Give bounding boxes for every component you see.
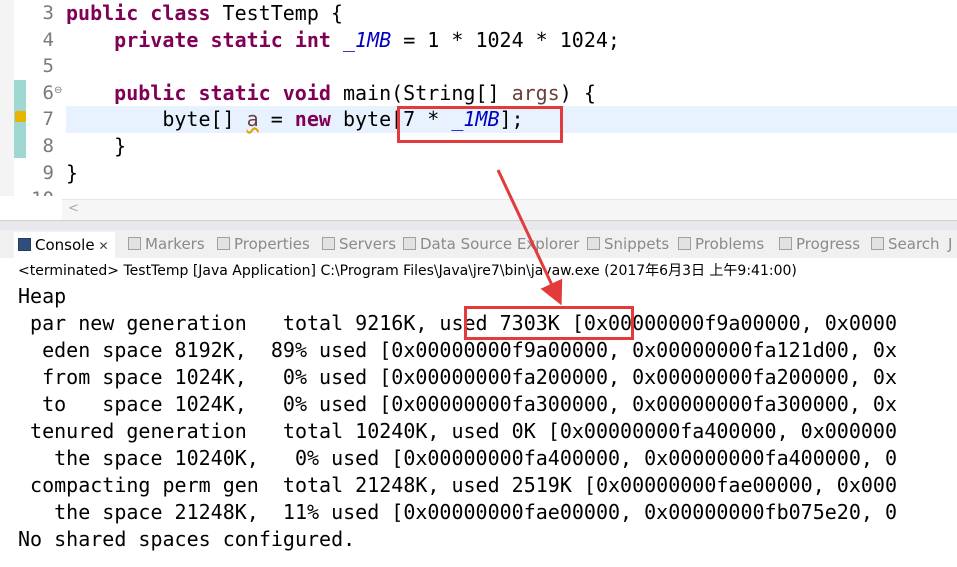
line-number: 8 (42, 135, 54, 157)
field-initializer: = 1 * 1024 * 1024; (391, 28, 620, 52)
tab-servers[interactable]: Servers (322, 233, 396, 255)
closing-brace: } (66, 161, 79, 185)
console-icon (18, 238, 31, 251)
tab-markers[interactable]: Markers (128, 233, 205, 255)
class-declaration: TestTemp { (210, 1, 343, 25)
tab-problems[interactable]: Problems (678, 233, 764, 255)
tab-label: Data Source Explorer (420, 235, 580, 253)
markers-icon (128, 237, 141, 250)
editor-corner (0, 196, 62, 220)
line-number: 3 (42, 2, 54, 24)
scroll-left-icon[interactable]: < (68, 201, 79, 216)
parameter-name: args (511, 81, 560, 105)
progress-icon (779, 237, 792, 250)
keyword: int (294, 28, 331, 52)
tab-overflow[interactable]: J (948, 233, 952, 255)
code-line-9[interactable]: } (66, 160, 957, 187)
method-signature-end: ) { (559, 81, 596, 105)
snippets-icon (587, 237, 600, 250)
method-signature: main(String[] (330, 81, 512, 105)
tab-label: J (948, 235, 953, 253)
line-number: 7 (42, 108, 54, 130)
tab-label: Console (35, 236, 95, 254)
keyword: new (294, 107, 331, 131)
field-name: _1MB (342, 28, 392, 52)
output-line: to space 1024K, 0% used [0x00000000fa300… (18, 392, 897, 416)
tab-label: Markers (145, 235, 205, 253)
output-line: from space 1024K, 0% used [0x00000000fa2… (18, 365, 897, 389)
keyword: static (210, 28, 283, 52)
variable-name: a (246, 107, 259, 131)
tab-label: Progress (796, 235, 861, 253)
output-line: Heap (18, 284, 67, 308)
code-editor[interactable]: ⊖ 3 4 5 6 7 8 9 10 public class TestTemp… (0, 0, 957, 196)
assignment: = (258, 107, 295, 131)
code-line-4[interactable]: private static int _1MB = 1 * 1024 * 102… (66, 27, 957, 54)
fold-toggle-icon[interactable]: ⊖ (54, 85, 62, 96)
output-line: eden space 8192K, 89% used [0x00000000f9… (18, 338, 897, 362)
line-number: 4 (42, 29, 54, 51)
output-line: par new generation total 9216K, used 730… (18, 311, 897, 335)
servers-icon (322, 237, 335, 250)
close-icon[interactable]: ✕ (99, 239, 109, 253)
keyword: static (198, 81, 271, 105)
code-line-6[interactable]: public static void main(String[] args) { (66, 80, 957, 107)
code-line-3[interactable]: public class TestTemp { (66, 0, 957, 27)
problems-icon (678, 237, 691, 250)
type-name: byte[] (162, 107, 247, 131)
output-line: compacting perm gen total 21248K, used 2… (18, 473, 897, 497)
keyword: void (282, 81, 331, 105)
tab-properties[interactable]: Properties (217, 233, 310, 255)
tab-label: Snippets (604, 235, 670, 253)
tab-label: Problems (695, 235, 765, 253)
console-status: <terminated> TestTemp [Java Application]… (18, 263, 797, 279)
search-icon (871, 237, 884, 250)
view-tab-bar: Console ✕ Markers Properties Servers Data… (0, 230, 957, 258)
warning-icon[interactable] (15, 111, 26, 122)
editor-left-ruler (0, 0, 14, 196)
line-number: 5 (42, 55, 54, 77)
line-number: 9 (42, 162, 54, 184)
output-line: the space 10240K, 0% used [0x00000000fa4… (18, 446, 897, 470)
keyword: class (150, 1, 211, 25)
closing-brace: } (114, 134, 127, 158)
keyword: public (114, 81, 187, 105)
annotation-box-used (464, 306, 634, 340)
tab-label: Servers (339, 235, 397, 253)
tab-progress[interactable]: Progress (779, 233, 860, 255)
output-line: the space 21248K, 11% used [0x00000000fa… (18, 500, 897, 524)
tab-console[interactable]: Console ✕ (14, 232, 115, 258)
tab-label: Properties (234, 235, 310, 253)
keyword: private (114, 28, 199, 52)
annotation-box-allocation (397, 106, 563, 143)
horizontal-scrollbar[interactable]: < (62, 199, 957, 220)
tab-data-source-explorer[interactable]: Data Source Explorer (403, 233, 579, 255)
properties-icon (217, 237, 230, 250)
database-icon (403, 237, 416, 250)
tab-snippets[interactable]: Snippets (587, 233, 669, 255)
output-line: tenured generation total 10240K, used 0K… (18, 419, 897, 443)
line-number: 10 (30, 186, 54, 196)
output-line: No shared spaces configured. (18, 527, 356, 551)
tab-search[interactable]: Search (871, 233, 940, 255)
line-number: 6 (42, 82, 54, 104)
keyword: public (66, 1, 139, 25)
tab-label: Search (888, 235, 940, 253)
